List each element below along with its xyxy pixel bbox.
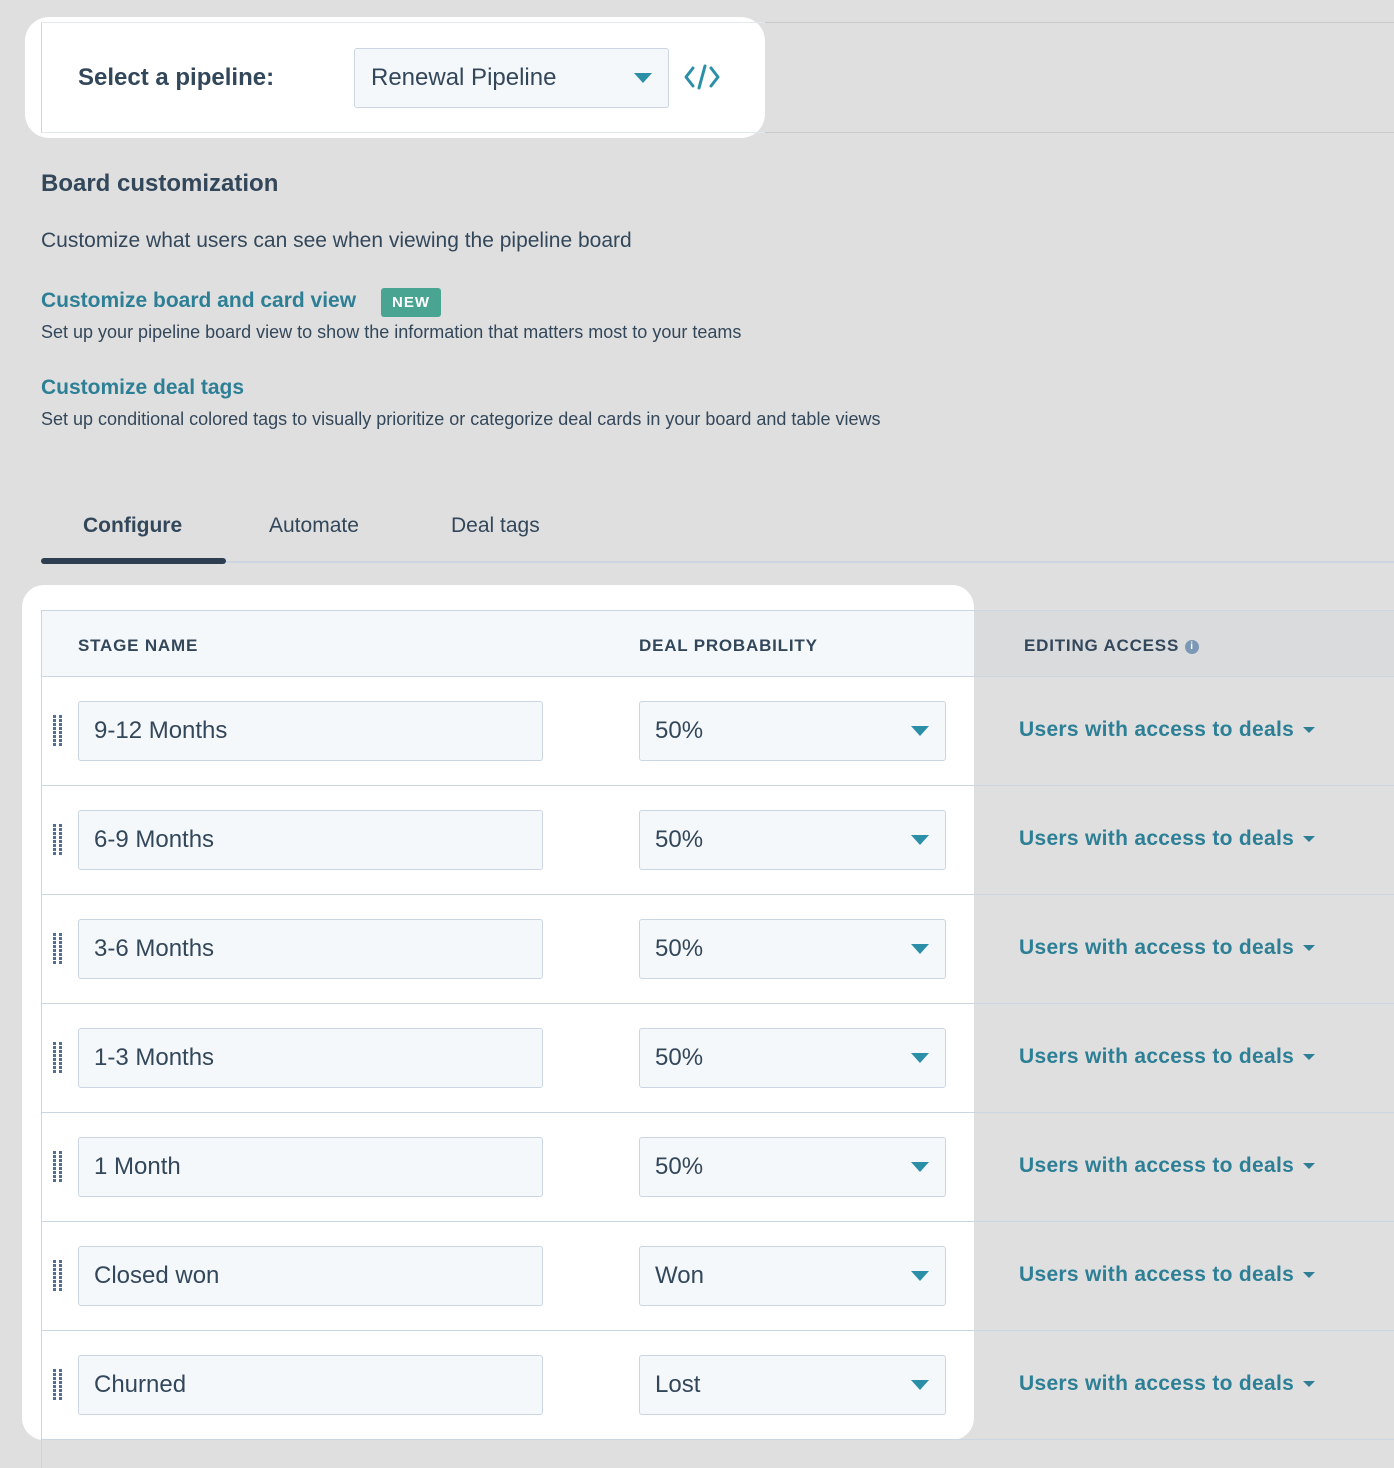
deal-probability-dropdown[interactable]: 50% [639,919,946,979]
code-icon[interactable] [683,62,721,92]
stage-name-input[interactable] [78,810,543,870]
caret-down-icon [1303,836,1316,842]
info-icon[interactable]: i [1185,639,1200,654]
editing-access-label: Users with access to deals [1019,1263,1295,1286]
deal-probability-value: 50% [655,826,704,853]
deal-probability-dropdown[interactable]: Lost [639,1355,946,1415]
table-row: 50% Users with access to deals [0,1003,1394,1112]
tabs-divider [41,561,1394,563]
drag-handle-icon[interactable] [53,1042,65,1074]
table-row: 50% Users with access to deals [0,894,1394,1003]
table-row: Won Users with access to deals [0,1221,1394,1330]
chevron-down-icon [911,1380,929,1390]
stage-name-input[interactable] [78,1137,543,1197]
editing-access-label: Users with access to deals [1019,1154,1295,1177]
deal-probability-dropdown[interactable]: 50% [639,1137,946,1197]
editing-access-dropdown[interactable]: Users with access to deals [1019,1045,1316,1069]
deal-probability-value: Lost [655,1371,701,1398]
customize-deal-tags-link[interactable]: Customize deal tags [41,376,244,400]
tab-configure[interactable]: Configure [83,514,182,538]
editing-access-dropdown[interactable]: Users with access to deals [1019,1263,1316,1287]
caret-down-icon [1303,1054,1316,1060]
chevron-down-icon [911,726,929,736]
chevron-down-icon [634,73,652,83]
drag-handle-icon[interactable] [53,1151,65,1183]
editing-access-label: Users with access to deals [1019,827,1295,850]
row-divider [41,1439,1394,1440]
caret-down-icon [1303,945,1316,951]
deal-probability-value: 50% [655,1153,704,1180]
board-customization-heading: Board customization [41,170,279,197]
table-row: 50% Users with access to deals [0,1112,1394,1221]
editing-access-dropdown[interactable]: Users with access to deals [1019,718,1316,742]
editing-access-label: Users with access to deals [1019,718,1295,741]
chevron-down-icon [911,944,929,954]
new-badge: NEW [381,288,441,317]
deal-probability-dropdown[interactable]: 50% [639,1028,946,1088]
stage-name-input[interactable] [78,919,543,979]
deal-tags-description: Set up conditional colored tags to visua… [41,409,881,429]
pipeline-label: Select a pipeline: [78,64,275,91]
tab-automate[interactable]: Automate [269,514,359,538]
drag-handle-icon[interactable] [53,824,65,856]
header-deal-probability: DEAL PROBABILITY [639,636,818,655]
deal-probability-dropdown[interactable]: 50% [639,810,946,870]
pipeline-dropdown-value: Renewal Pipeline [371,64,557,91]
drag-handle-icon[interactable] [53,715,65,747]
table-row: 50% Users with access to deals [0,785,1394,894]
header-editing-access: EDITING ACCESS i [1024,636,1200,656]
editing-access-dropdown[interactable]: Users with access to deals [1019,1372,1316,1396]
editing-access-label: Users with access to deals [1019,1372,1295,1395]
board-customization-description: Customize what users can see when viewin… [41,229,632,252]
table-row: Lost Users with access to deals [0,1330,1394,1439]
deal-probability-value: 50% [655,935,704,962]
caret-down-icon [1303,1381,1316,1387]
chevron-down-icon [911,1271,929,1281]
editing-access-dropdown[interactable]: Users with access to deals [1019,1154,1316,1178]
header-stage-name: STAGE NAME [78,636,199,655]
stage-name-input[interactable] [78,1355,543,1415]
table-row: 50% Users with access to deals [0,676,1394,785]
drag-handle-icon[interactable] [53,1369,65,1401]
stage-name-input[interactable] [78,1246,543,1306]
tab-deal-tags[interactable]: Deal tags [451,514,540,538]
stage-name-input[interactable] [78,701,543,761]
chevron-down-icon [911,1162,929,1172]
stage-name-input[interactable] [78,1028,543,1088]
deal-probability-value: 50% [655,1044,704,1071]
chevron-down-icon [911,835,929,845]
deal-probability-dropdown[interactable]: Won [639,1246,946,1306]
deal-probability-value: Won [655,1262,704,1289]
drag-handle-icon[interactable] [53,1260,65,1292]
card-view-description: Set up your pipeline board view to show … [41,322,742,342]
header-editing-access-label: EDITING ACCESS [1024,636,1180,655]
editing-access-dropdown[interactable]: Users with access to deals [1019,827,1316,851]
pipeline-dropdown[interactable]: Renewal Pipeline [354,48,669,108]
customize-board-card-view-link[interactable]: Customize board and card view [41,289,356,313]
table-top-border [41,610,1394,611]
chevron-down-icon [911,1053,929,1063]
deal-probability-dropdown[interactable]: 50% [639,701,946,761]
drag-handle-icon[interactable] [53,933,65,965]
caret-down-icon [1303,1272,1316,1278]
editing-access-label: Users with access to deals [1019,1045,1295,1068]
caret-down-icon [1303,727,1316,733]
editing-access-dropdown[interactable]: Users with access to deals [1019,936,1316,960]
active-tab-indicator [41,558,226,564]
caret-down-icon [1303,1163,1316,1169]
editing-access-label: Users with access to deals [1019,936,1295,959]
deal-probability-value: 50% [655,717,704,744]
